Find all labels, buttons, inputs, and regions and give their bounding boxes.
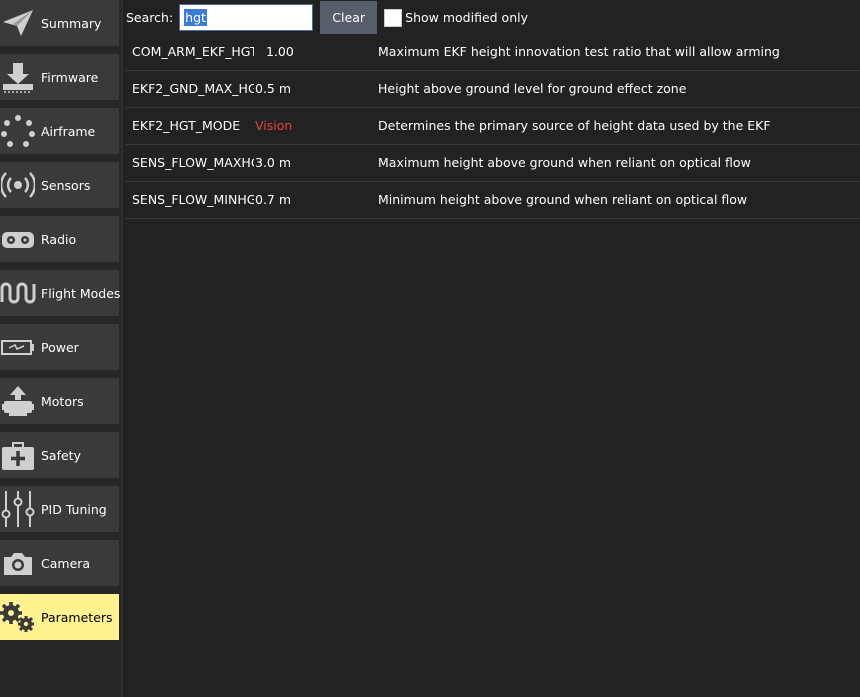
sidebar-item-summary[interactable]: Summary xyxy=(0,0,119,46)
download-icon xyxy=(0,54,36,100)
param-value[interactable]: 3.0 m xyxy=(255,155,291,170)
param-description: Maximum EKF height innovation test ratio… xyxy=(378,44,780,59)
sidebar-item-parameters[interactable]: Parameters xyxy=(0,594,119,640)
sidebar-item-flight-modes[interactable]: Flight Modes xyxy=(0,270,121,316)
sidebar-item-airframe[interactable]: Airframe xyxy=(0,108,119,154)
radio-waves-icon xyxy=(0,162,36,208)
param-value[interactable]: Vision xyxy=(255,118,292,133)
transmitter-icon xyxy=(0,216,36,262)
param-description: Height above ground level for ground eff… xyxy=(378,81,687,96)
param-value[interactable]: 0.5 m xyxy=(255,81,291,96)
param-description: Determines the primary source of height … xyxy=(378,118,771,133)
search-input-value: hgt xyxy=(184,9,207,26)
show-modified-checkbox[interactable] xyxy=(384,8,403,27)
sidebar-item-label: Firmware xyxy=(41,69,99,85)
sliders-icon xyxy=(0,486,36,532)
parameter-list: COM_ARM_EKF_HGT 1.00 Maximum EKF height … xyxy=(126,34,860,219)
sidebar-item-label: Motors xyxy=(41,393,84,409)
sidebar-item-label: Safety xyxy=(41,447,81,463)
sidebar-item-power[interactable]: Power xyxy=(0,324,119,370)
sidebar-item-label: Flight Modes xyxy=(41,285,121,301)
param-name: EKF2_HGT_MODE xyxy=(132,118,241,133)
sidebar-item-label: Summary xyxy=(41,15,102,31)
search-input[interactable]: hgt xyxy=(179,4,314,31)
sidebar-item-label: Camera xyxy=(41,555,91,571)
sidebar-item-label: PID Tuning xyxy=(41,501,107,517)
dots-circle-icon xyxy=(0,108,36,154)
param-description: Minimum height above ground when reliant… xyxy=(378,192,748,207)
search-label: Search: xyxy=(126,10,174,25)
table-row[interactable]: SENS_FLOW_MAXHGT 3.0 m Maximum height ab… xyxy=(126,145,860,182)
param-name: SENS_FLOW_MINHGT xyxy=(132,192,254,207)
param-value[interactable]: 0.7 m xyxy=(255,192,291,207)
table-row[interactable]: EKF2_GND_MAX_HGT 0.5 m Height above grou… xyxy=(126,71,860,108)
battery-icon xyxy=(0,324,36,370)
param-name: EKF2_GND_MAX_HGT xyxy=(132,81,254,96)
sidebar-item-firmware[interactable]: Firmware xyxy=(0,54,119,100)
gears-icon xyxy=(0,594,36,640)
sidebar-item-sensors[interactable]: Sensors xyxy=(0,162,119,208)
sidebar-item-pid-tuning[interactable]: PID Tuning xyxy=(0,486,119,532)
paper-plane-icon xyxy=(0,0,36,46)
table-row[interactable]: SENS_FLOW_MINHGT 0.7 m Minimum height ab… xyxy=(126,182,860,219)
clear-button[interactable]: Clear xyxy=(320,1,378,34)
sidebar-item-label: Sensors xyxy=(41,177,91,193)
sidebar: Summary Firmware Airframe Sensors Radio … xyxy=(0,0,123,697)
first-aid-icon xyxy=(0,432,36,478)
sidebar-item-label: Parameters xyxy=(41,609,113,625)
param-description: Maximum height above ground when reliant… xyxy=(378,155,751,170)
sidebar-item-label: Airframe xyxy=(41,123,96,139)
param-name: COM_ARM_EKF_HGT xyxy=(132,44,254,59)
sidebar-item-label: Power xyxy=(41,339,79,355)
parameters-panel: Search: hgt Clear Show modified only COM… xyxy=(123,0,860,697)
show-modified-label[interactable]: Show modified only xyxy=(405,10,528,25)
table-row[interactable]: COM_ARM_EKF_HGT 1.00 Maximum EKF height … xyxy=(126,34,860,71)
wave-icon xyxy=(0,270,36,316)
search-toolbar: Search: hgt Clear Show modified only xyxy=(126,1,528,34)
camera-icon xyxy=(0,540,36,586)
param-name: SENS_FLOW_MAXHGT xyxy=(132,155,254,170)
sidebar-item-motors[interactable]: Motors xyxy=(0,378,119,424)
motor-icon xyxy=(0,378,36,424)
param-value[interactable]: 1.00 xyxy=(266,44,294,59)
sidebar-item-label: Radio xyxy=(41,231,77,247)
sidebar-item-radio[interactable]: Radio xyxy=(0,216,119,262)
sidebar-item-camera[interactable]: Camera xyxy=(0,540,119,586)
sidebar-item-safety[interactable]: Safety xyxy=(0,432,119,478)
table-row[interactable]: EKF2_HGT_MODE Vision Determines the prim… xyxy=(126,108,860,145)
